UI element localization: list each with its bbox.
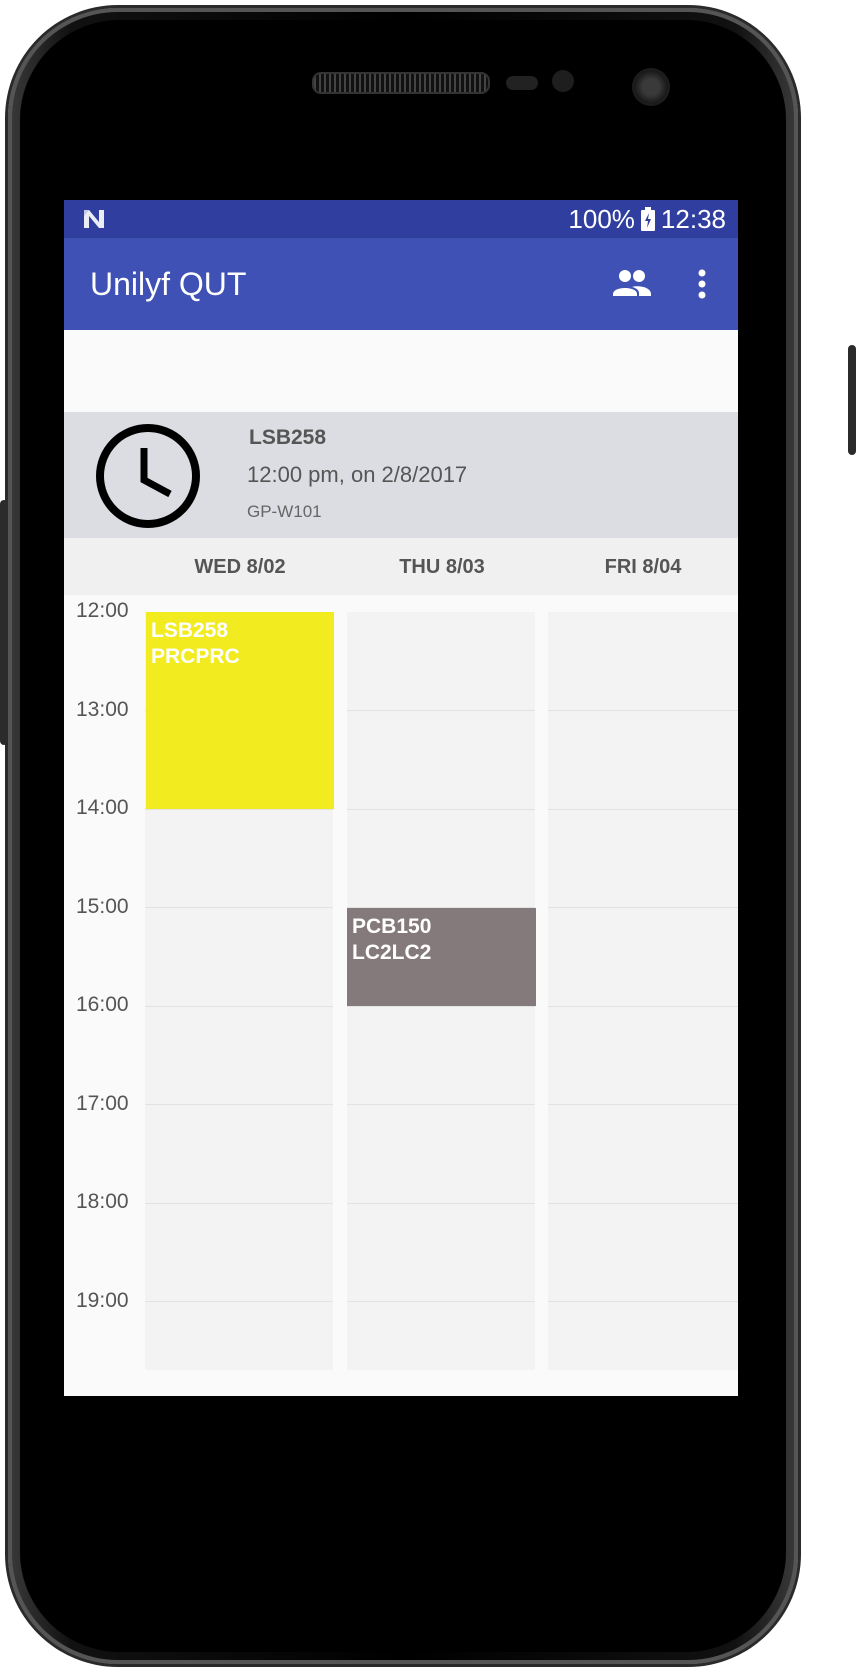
- hour-line: [347, 809, 535, 810]
- app-title: Unilyf QUT: [90, 266, 247, 302]
- event-room: GP-W101: [247, 502, 322, 521]
- time-label: 16:00: [76, 993, 129, 1016]
- front-camera: [632, 68, 670, 106]
- top-spacer: [64, 330, 738, 412]
- hour-line: [145, 907, 333, 908]
- hour-line: [347, 1104, 535, 1105]
- power-button: [848, 345, 856, 455]
- hour-line: [145, 1301, 333, 1302]
- earpiece-speaker: [312, 72, 490, 94]
- clock-time: 12:38: [660, 203, 726, 234]
- time-label: 18:00: [76, 1190, 129, 1213]
- hour-line: [347, 710, 535, 711]
- event-block-lsb258[interactable]: LSB258 PRCPRC: [146, 612, 334, 809]
- people-icon[interactable]: [612, 268, 652, 298]
- light-sensor: [552, 70, 574, 92]
- proximity-sensor: [506, 76, 538, 90]
- event-type: LC2LC2: [352, 941, 432, 964]
- day-header: WED 8/02 THU 8/03 FRI 8/04: [64, 538, 738, 595]
- time-label: 19:00: [76, 1289, 129, 1312]
- week-grid[interactable]: 12:00 13:00 14:00 15:00 16:00 17:00 18:0…: [64, 595, 738, 1396]
- hour-line: [145, 1006, 333, 1007]
- event-title: LSB258: [249, 426, 327, 449]
- hour-line: [548, 1301, 738, 1302]
- hour-line: [548, 710, 738, 711]
- n-notification-icon: [84, 210, 104, 228]
- battery-percent: 100%: [568, 203, 635, 234]
- hour-line: [145, 1104, 333, 1105]
- day-label-thu: THU 8/03: [399, 556, 485, 578]
- hour-line: [145, 1203, 333, 1204]
- event-code: LSB258: [151, 619, 229, 642]
- hour-line: [548, 809, 738, 810]
- time-label: 15:00: [76, 895, 129, 918]
- hour-line: [548, 1006, 738, 1007]
- hour-line: [548, 1104, 738, 1105]
- clock-icon: [96, 424, 200, 528]
- app-bar: Unilyf QUT: [64, 238, 738, 330]
- volume-button: [0, 500, 8, 745]
- event-time: 12:00 pm, on 2/8/2017: [247, 462, 468, 487]
- time-label: 12:00: [76, 599, 129, 622]
- status-bar: 100% 12:38: [64, 200, 738, 238]
- day-column-fri[interactable]: [548, 612, 738, 1370]
- hour-line: [548, 1203, 738, 1204]
- time-label: 13:00: [76, 698, 129, 721]
- hour-line: [548, 907, 738, 908]
- event-type: PRCPRC: [151, 645, 240, 668]
- screen: 100% 12:38 Unilyf QUT LSB258 12:00 pm, o…: [64, 200, 738, 1396]
- time-label: 14:00: [76, 796, 129, 819]
- event-block-pcb150[interactable]: PCB150 LC2LC2: [347, 908, 536, 1006]
- hour-line: [145, 809, 333, 810]
- time-label: 17:00: [76, 1092, 129, 1115]
- event-code: PCB150: [352, 915, 432, 938]
- hour-line: [347, 1301, 535, 1302]
- day-label-wed: WED 8/02: [194, 556, 286, 578]
- status-right: 100% 12:38: [568, 204, 726, 234]
- hour-line: [347, 1006, 535, 1007]
- more-vert-icon[interactable]: [692, 268, 712, 300]
- hour-line: [347, 1203, 535, 1204]
- day-label-fri: FRI 8/04: [604, 556, 682, 578]
- battery-charging-icon: [640, 207, 655, 231]
- selected-event-card[interactable]: LSB258 12:00 pm, on 2/8/2017 GP-W101: [64, 412, 738, 538]
